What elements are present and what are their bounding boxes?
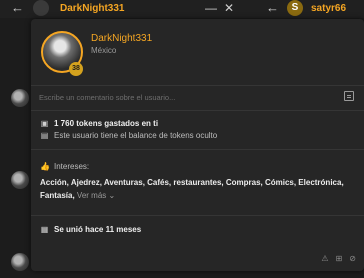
thumbs-up-icon: 👍 — [40, 162, 50, 171]
tokens-hidden-row: ▤ Este usuario tiene el balance de token… — [40, 131, 218, 140]
close-icon[interactable]: ✕ — [224, 1, 234, 15]
see-more-link[interactable]: Ver más ⌄ — [77, 191, 115, 200]
note-icon[interactable] — [344, 91, 354, 101]
interests-title: Intereses: — [54, 162, 90, 171]
back-arrow-icon-2[interactable]: ← — [266, 1, 279, 15]
tokens-spent-label: 1 760 tokens gastados en ti — [54, 119, 159, 128]
joined-label: Se unió hace 11 meses — [54, 225, 142, 234]
header-username[interactable]: DarkNight331 — [60, 3, 124, 14]
divider — [31, 110, 364, 111]
interests-list: Acción, Ajedrez, Aventuras, Cafés, resta… — [40, 176, 358, 202]
chat-avatar[interactable] — [11, 253, 29, 271]
calendar-icon: ▦ — [40, 225, 49, 234]
header-avatar[interactable] — [33, 0, 49, 16]
tokens-icon: ▣ — [40, 119, 49, 128]
other-username[interactable]: satyr66 — [311, 3, 346, 14]
profile-actions: ⚠ ⊞ ⊘ — [321, 254, 356, 263]
profile-username[interactable]: DarkNight331 — [91, 33, 152, 44]
back-arrow-icon[interactable]: ← — [11, 1, 24, 15]
interests-title-row: 👍 Intereses: — [40, 162, 89, 171]
chat-avatar[interactable] — [11, 171, 29, 189]
other-user-avatar[interactable]: S — [287, 0, 303, 16]
chat-header-bar: ← DarkNight331 — ✕ ← S satyr66 — [0, 0, 364, 18]
report-warning-icon[interactable]: ⚠ — [321, 254, 328, 263]
wallet-icon: ▤ — [40, 131, 49, 140]
block-user-icon[interactable]: ⊞ — [336, 254, 343, 263]
profile-country: México — [91, 46, 117, 55]
divider — [31, 149, 364, 150]
tokens-hidden-label: Este usuario tiene el balance de tokens … — [54, 131, 218, 140]
level-badge: 38 — [69, 62, 83, 76]
chat-screen: ← DarkNight331 — ✕ ← S satyr66 38 DarkNi… — [0, 0, 364, 278]
ignore-icon[interactable]: ⊘ — [349, 254, 356, 263]
minimize-icon[interactable]: — — [205, 1, 217, 15]
chat-avatar[interactable] — [11, 89, 29, 107]
user-profile-popup: 38 DarkNight331 México ▣ 1 760 tokens ga… — [31, 19, 364, 271]
divider — [31, 85, 364, 86]
divider — [31, 215, 364, 216]
user-comment-input[interactable] — [39, 90, 329, 104]
joined-row: ▦ Se unió hace 11 meses — [40, 225, 141, 234]
tokens-spent-row: ▣ 1 760 tokens gastados en ti — [40, 119, 158, 128]
